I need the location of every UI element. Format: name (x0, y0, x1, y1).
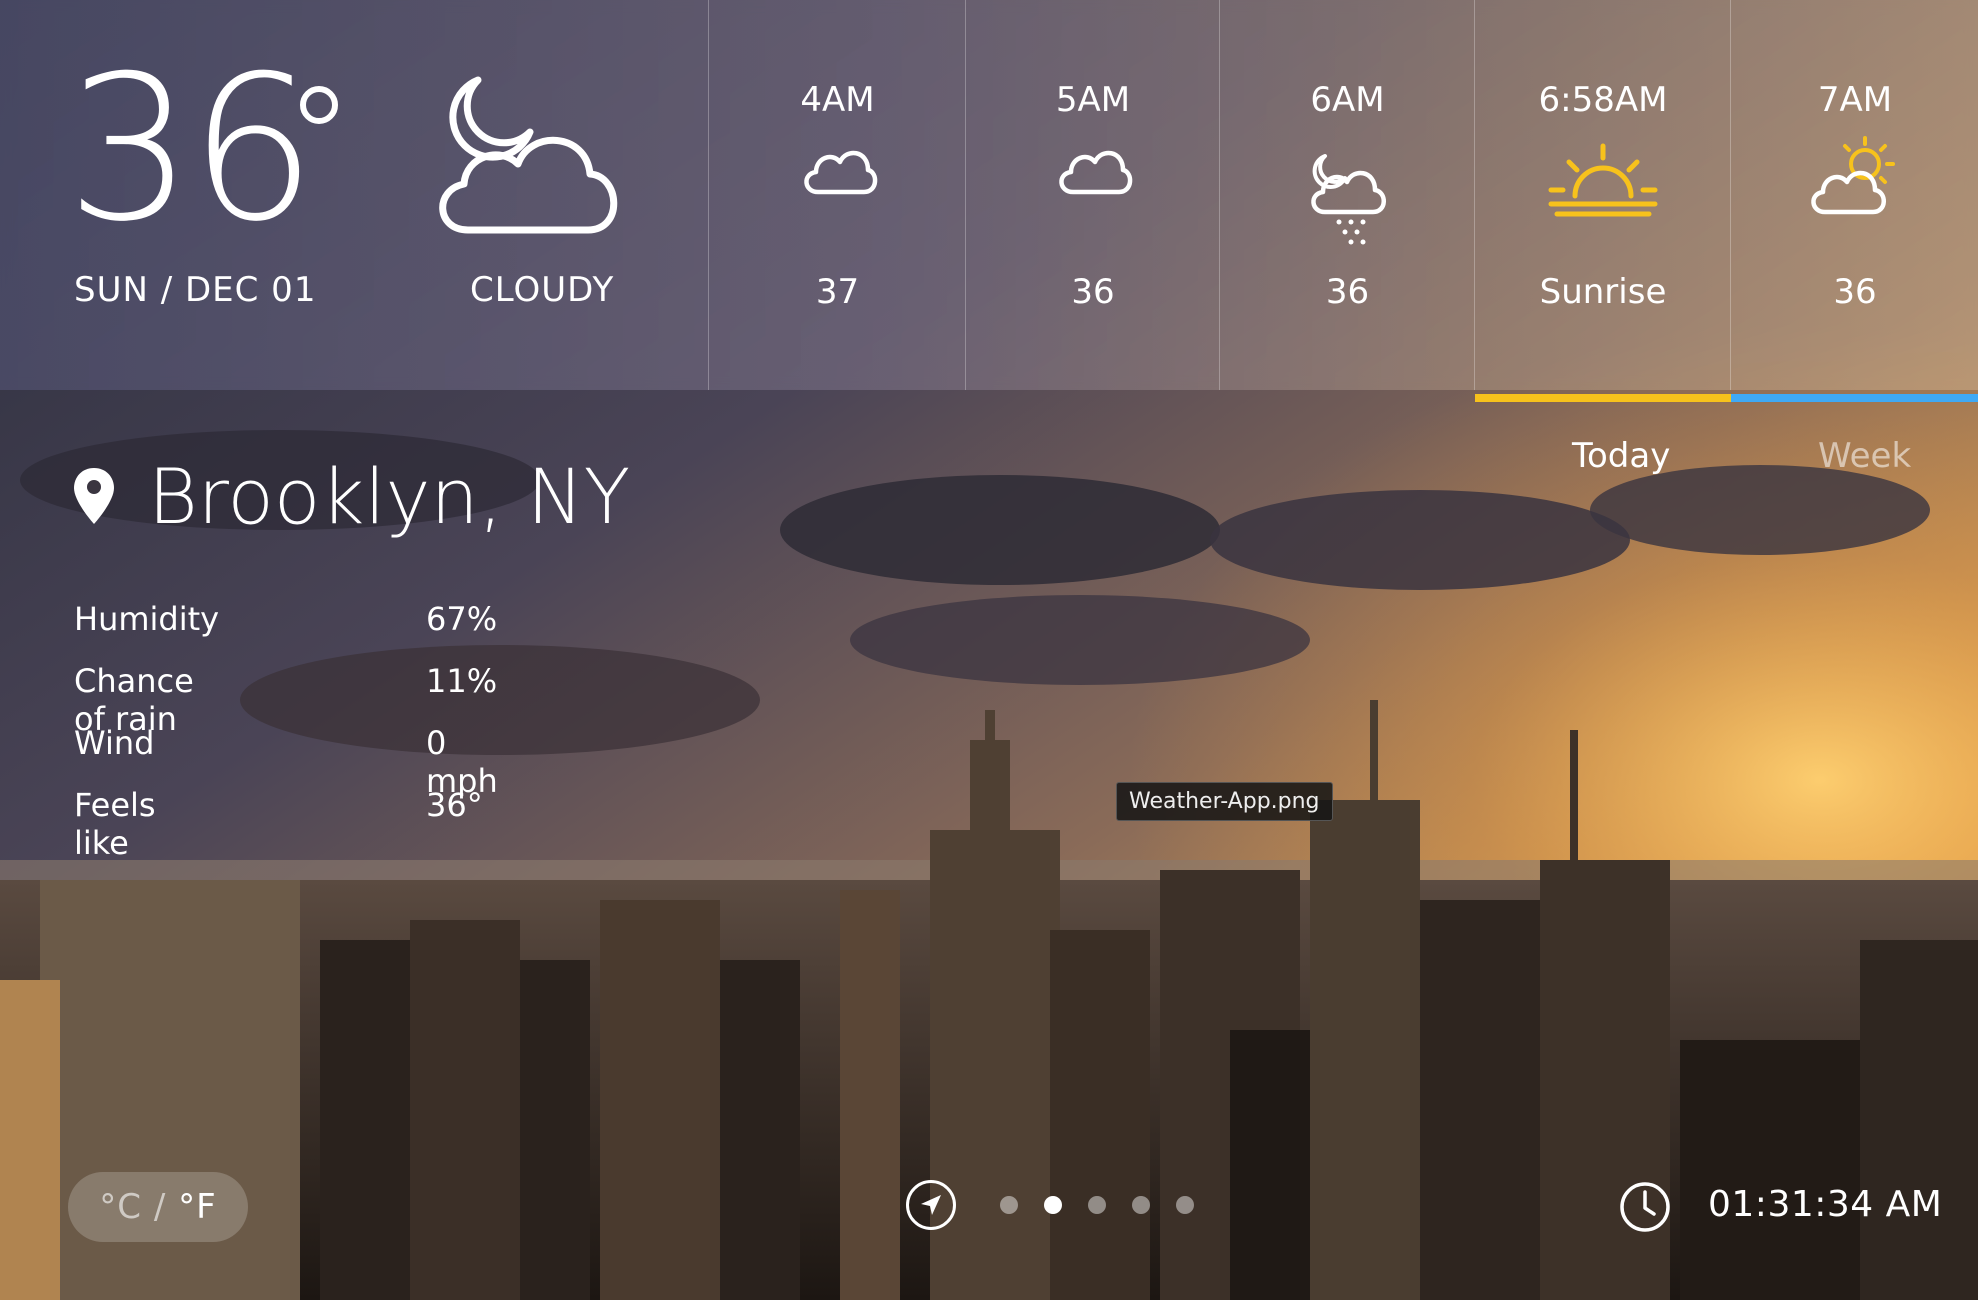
current-temperature: 36 (66, 33, 316, 266)
hour-time: 4AM (800, 80, 875, 120)
next-hour-accent-bar (1731, 394, 1978, 402)
hour-label-sunrise: Sunrise (1539, 272, 1667, 312)
tab-week[interactable]: Week (1818, 436, 1911, 476)
hour-temperature: 36 (1071, 272, 1115, 312)
page-dot[interactable] (1088, 1196, 1106, 1214)
hour-forecast[interactable]: 4AM 37 (708, 0, 966, 390)
stat-value: 36° (426, 786, 483, 824)
stat-label: Feels like (74, 786, 156, 862)
hour-time: 5AM (1055, 80, 1131, 120)
page-dot[interactable] (1176, 1196, 1194, 1214)
tab-today[interactable]: Today (1572, 436, 1670, 476)
cloud-icon (1059, 150, 1133, 195)
page-dot[interactable] (1132, 1196, 1150, 1214)
sun-cloud-icon (1811, 136, 1895, 215)
hour-time: 6AM (1310, 80, 1385, 120)
hour-time: 7AM (1817, 80, 1893, 120)
location-pin-icon (74, 468, 114, 524)
celsius-option[interactable]: °C (99, 1187, 142, 1227)
current-conditions: 36 SUN / DEC 01 CLOUDY (0, 0, 708, 390)
unit-separator: / (153, 1187, 167, 1227)
fahrenheit-option[interactable]: °F (178, 1187, 217, 1227)
moon-cloud-rain-icon (1310, 154, 1386, 245)
stat-label: Wind (74, 724, 155, 762)
stat-value: 11% (426, 662, 498, 700)
hour-forecast[interactable]: 5AM 36 (965, 0, 1220, 390)
page-dot[interactable] (1000, 1196, 1018, 1214)
current-location-button[interactable] (906, 1180, 956, 1230)
sunrise-accent-bar (1475, 394, 1731, 402)
hour-time: 6:58AM (1538, 80, 1668, 120)
forecast-strip: 36 SUN / DEC 01 CLOUDY 4AM 37 5AM 36 6AM (0, 0, 1978, 402)
current-date: SUN / DEC 01 (74, 270, 317, 310)
hour-forecast[interactable]: 7AM 36 (1730, 0, 1978, 402)
filename-tooltip: Weather-App.png (1116, 782, 1333, 821)
current-condition: CLOUDY (470, 270, 615, 310)
hour-temperature: 37 (815, 272, 860, 312)
current-time: 01:31:34 AM (1708, 1184, 1943, 1225)
stat-label: Humidity (74, 600, 220, 638)
moon-cloud-icon (439, 76, 618, 234)
hour-forecast[interactable]: 6AM 36 (1219, 0, 1475, 390)
degree-symbol (300, 86, 338, 124)
cloud-icon (803, 150, 877, 195)
sunrise-icon (1548, 143, 1658, 217)
hour-temperature: 36 (1325, 272, 1370, 312)
location-name: Brooklyn, NY (148, 452, 631, 541)
navigation-arrow-icon (921, 1195, 941, 1215)
page-dot-active[interactable] (1044, 1196, 1062, 1214)
stat-value: 67% (426, 600, 498, 638)
hour-temperature: 36 (1833, 272, 1877, 312)
clock-icon (1620, 1182, 1670, 1232)
unit-toggle-button[interactable]: °C / °F (68, 1172, 248, 1242)
hour-forecast-sunrise[interactable]: 6:58AM Sunrise (1474, 0, 1731, 402)
